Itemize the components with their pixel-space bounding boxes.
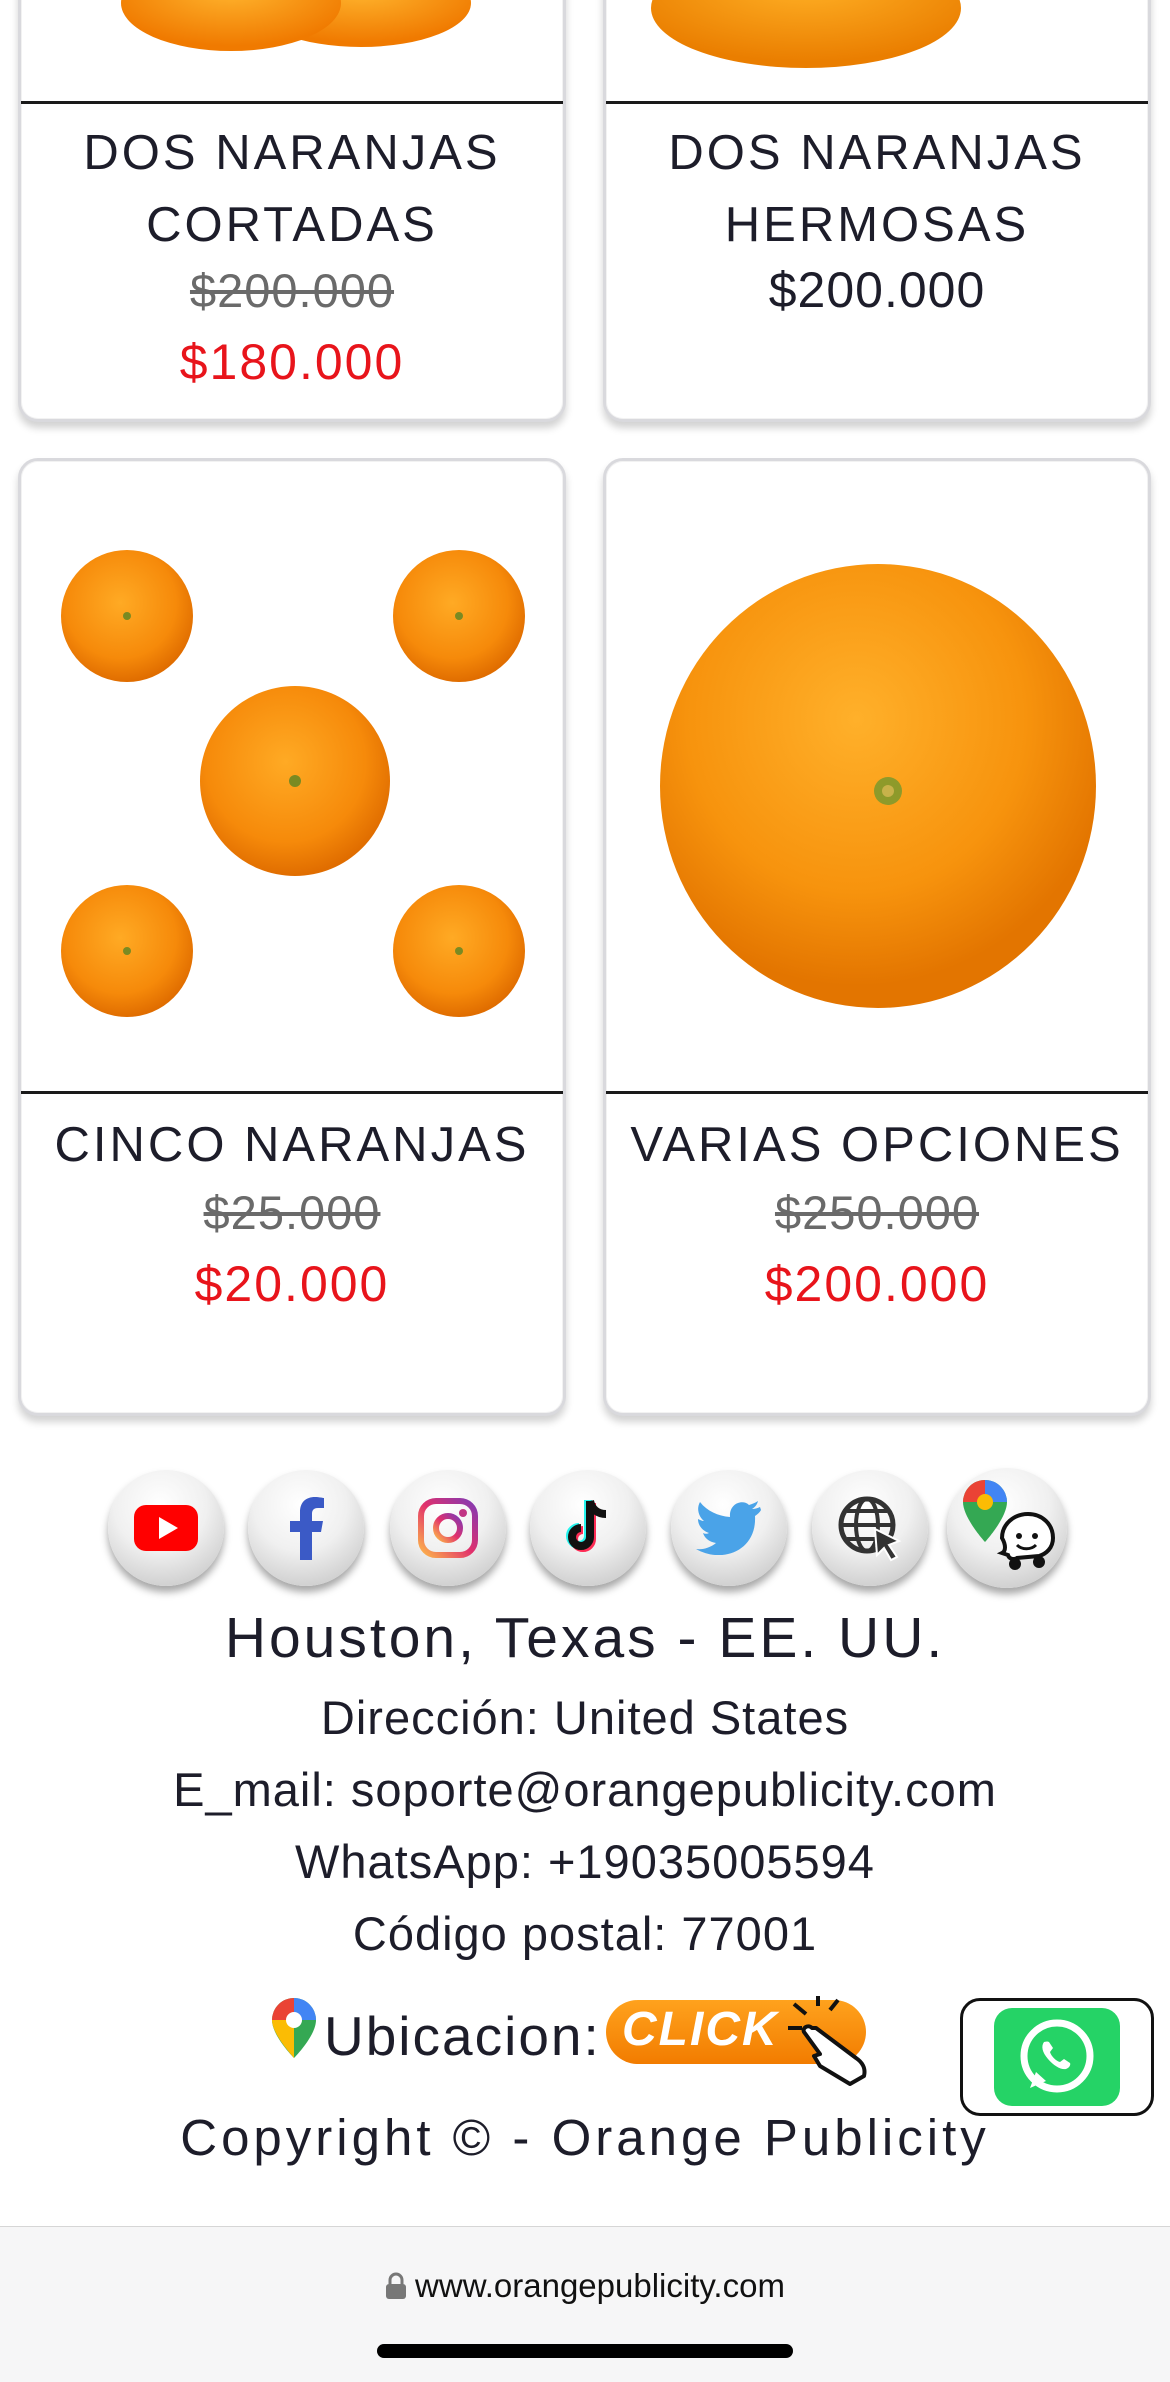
product-image[interactable]	[21, 0, 563, 101]
browser-url-bar[interactable]: www.orangepublicity.com	[0, 2226, 1170, 2382]
card-divider	[21, 101, 563, 104]
old-price: $25.000	[203, 1186, 381, 1239]
sale-price: $20.000	[194, 1256, 390, 1312]
product-card[interactable]: DOS NARANJAS CORTADAS $200.000 $180.000	[18, 0, 566, 422]
sale-price: $180.000	[179, 334, 405, 390]
product-title-line2: CORTADAS	[146, 198, 438, 252]
instagram-icon[interactable]	[390, 1470, 506, 1586]
facebook-icon[interactable]	[248, 1470, 364, 1586]
product-card[interactable]: DOS NARANJAS HERMOSAS $200.000	[603, 0, 1151, 422]
website-icon[interactable]	[812, 1470, 928, 1586]
card-divider	[21, 1091, 563, 1094]
click-label: CLICK	[622, 2003, 779, 2056]
postal-code-text: Código postal: 77001	[352, 1907, 818, 1960]
product-title-line2: HERMOSAS	[724, 198, 1030, 252]
old-price: $200.000	[189, 264, 395, 317]
ubicacion-label: Ubicacion:	[324, 2005, 601, 2067]
tiktok-icon[interactable]	[530, 1470, 646, 1586]
price: $200.000	[768, 262, 986, 318]
lock-icon	[386, 2272, 407, 2299]
twitter-icon[interactable]	[671, 1470, 787, 1586]
email-text[interactable]: E_mail: soporte@orangepublicity.com	[0, 1762, 1170, 1817]
card-divider	[606, 101, 1148, 104]
whatsapp-text[interactable]: WhatsApp: +19035005594	[0, 1834, 1170, 1889]
whatsapp-icon	[994, 2008, 1120, 2106]
product-image[interactable]	[606, 461, 1148, 1091]
hand-pointer-icon	[788, 1996, 867, 2086]
sale-price: $200.000	[764, 1256, 990, 1312]
product-card[interactable]: VARIAS OPCIONES $250.000 $200.000	[603, 458, 1151, 1416]
map-click-button[interactable]: CLICK	[606, 1996, 906, 2086]
card-divider	[606, 1091, 1148, 1094]
old-price: $250.000	[774, 1186, 980, 1239]
product-title: CINCO NARANJAS	[54, 1118, 530, 1172]
location-pin-icon	[262, 1996, 326, 2060]
product-card[interactable]: CINCO NARANJAS $25.000 $20.000	[18, 458, 566, 1416]
maps-waze-icon[interactable]	[947, 1468, 1067, 1588]
url-text: www.orangepublicity.com	[415, 2267, 785, 2304]
whatsapp-button[interactable]	[960, 1998, 1154, 2116]
address-text: Dirección: United States	[320, 1691, 850, 1744]
location-heading: Houston, Texas - EE. UU.	[224, 1606, 946, 1670]
youtube-icon[interactable]	[108, 1470, 224, 1586]
product-title: VARIAS OPCIONES	[630, 1118, 1124, 1172]
product-image[interactable]	[606, 0, 1148, 101]
product-image[interactable]	[21, 461, 563, 1091]
product-title-line1: DOS NARANJAS	[83, 126, 501, 180]
copyright-text: Copyright © - Orange Publicity	[180, 2109, 990, 2166]
home-indicator[interactable]	[377, 2344, 793, 2358]
product-title-line1: DOS NARANJAS	[668, 126, 1086, 180]
